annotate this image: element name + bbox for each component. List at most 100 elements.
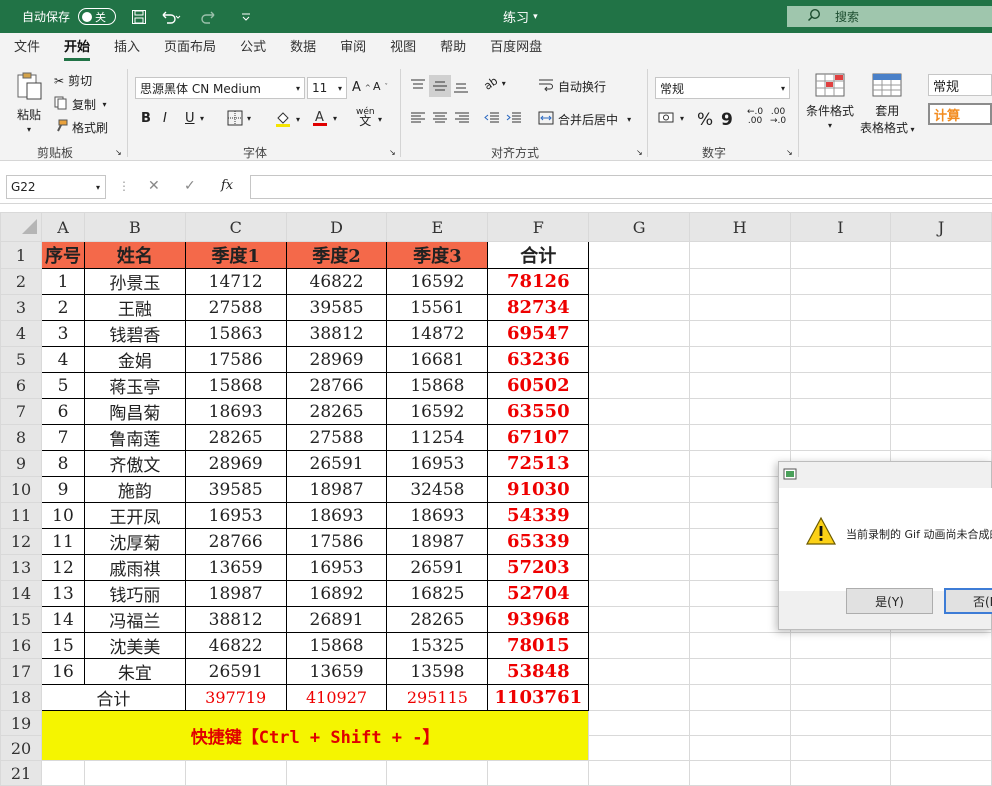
row-total-cell[interactable]: 78126 <box>487 268 590 295</box>
data-cell[interactable]: 28265 <box>386 606 489 633</box>
conditional-formatting-button[interactable]: 条件格式 ▾ <box>806 73 854 130</box>
data-cell[interactable]: 金娟 <box>83 346 186 373</box>
data-cell[interactable]: 16825 <box>386 580 489 607</box>
font-family-dropdown[interactable]: 思源黑体 CN Medium ▾ <box>135 77 305 99</box>
cell[interactable] <box>789 241 892 269</box>
cell[interactable] <box>588 268 690 295</box>
cell[interactable] <box>588 372 690 399</box>
data-cell[interactable]: 3 <box>41 320 85 347</box>
cell[interactable] <box>890 268 992 295</box>
cancel-icon[interactable]: ✕ <box>148 178 160 194</box>
cell[interactable] <box>588 632 690 659</box>
row-header[interactable]: 5 <box>0 346 42 373</box>
cell[interactable] <box>588 241 690 269</box>
data-cell[interactable]: 施韵 <box>83 476 186 503</box>
font-launcher-icon[interactable]: ↘ <box>389 148 396 157</box>
cell[interactable] <box>890 632 992 659</box>
data-cell[interactable]: 16953 <box>285 554 388 581</box>
data-cell[interactable]: 11254 <box>386 424 489 451</box>
data-cell[interactable]: 戚雨祺 <box>83 554 186 581</box>
column-header-f[interactable]: F <box>487 212 590 242</box>
phonetic-guide-icon[interactable]: wén 文 <box>356 108 375 128</box>
data-cell[interactable]: 26591 <box>184 658 287 685</box>
wrap-text-button[interactable]: 自动换行 <box>538 78 606 95</box>
format-as-table-button[interactable]: 套用 表格格式 ▾ <box>860 73 915 136</box>
column-header-i[interactable]: I <box>789 212 892 242</box>
cell[interactable] <box>688 735 791 761</box>
data-cell[interactable]: 5 <box>41 372 85 399</box>
align-left-icon[interactable] <box>410 111 426 125</box>
row-header[interactable]: 12 <box>0 528 42 555</box>
row-header[interactable]: 2 <box>0 268 42 295</box>
data-cell[interactable]: 8 <box>41 450 85 477</box>
data-cell[interactable]: 26891 <box>285 606 388 633</box>
italic-button[interactable]: I <box>163 111 167 126</box>
alignment-launcher-icon[interactable]: ↘ <box>636 148 643 157</box>
cell[interactable] <box>688 528 791 555</box>
search-box[interactable]: 搜索 <box>787 6 992 27</box>
row-total-cell[interactable]: 60502 <box>487 372 590 399</box>
data-cell[interactable]: 39585 <box>285 294 388 321</box>
data-cell[interactable]: 16953 <box>386 450 489 477</box>
data-cell[interactable]: 孙景玉 <box>83 268 186 295</box>
cell[interactable] <box>588 320 690 347</box>
row-header[interactable]: 18 <box>0 684 42 711</box>
orientation-icon[interactable]: ab ▾ <box>482 74 506 93</box>
row-header[interactable]: 1 <box>0 241 42 269</box>
data-cell[interactable]: 沈美美 <box>83 632 186 659</box>
cell[interactable] <box>890 294 992 321</box>
row-total-cell[interactable]: 78015 <box>487 632 590 659</box>
row-header[interactable]: 20 <box>0 735 42 761</box>
data-cell[interactable]: 6 <box>41 398 85 425</box>
total-label-cell[interactable]: 合计 <box>41 684 186 711</box>
data-cell[interactable]: 46822 <box>285 268 388 295</box>
data-cell[interactable]: 钱巧丽 <box>83 580 186 607</box>
comma-style-button[interactable]: 9 <box>721 110 733 130</box>
cell[interactable] <box>789 684 892 711</box>
cell[interactable] <box>688 658 791 685</box>
align-top-icon[interactable] <box>410 79 426 93</box>
clipboard-launcher-icon[interactable]: ↘ <box>115 148 122 157</box>
total-cell[interactable]: 397719 <box>184 684 287 711</box>
document-title[interactable]: 练习 ▾ <box>503 0 538 33</box>
data-cell[interactable]: 15868 <box>285 632 388 659</box>
cell[interactable] <box>789 268 892 295</box>
cell[interactable] <box>588 710 690 736</box>
tab-page-layout[interactable]: 页面布局 <box>152 33 228 63</box>
data-cell[interactable]: 4 <box>41 346 85 373</box>
column-header-a[interactable]: A <box>41 212 85 242</box>
cell[interactable] <box>789 658 892 685</box>
redo-icon[interactable] <box>200 0 222 33</box>
data-cell[interactable]: 17586 <box>285 528 388 555</box>
increase-font-icon[interactable]: A ^ <box>352 80 371 95</box>
number-launcher-icon[interactable]: ↘ <box>786 148 793 157</box>
data-cell[interactable]: 16953 <box>184 502 287 529</box>
header-cell[interactable]: 序号 <box>41 241 85 269</box>
insert-function-button[interactable]: fx <box>221 178 233 193</box>
tab-data[interactable]: 数据 <box>278 33 328 63</box>
row-total-cell[interactable]: 54339 <box>487 502 590 529</box>
cell[interactable] <box>588 735 690 761</box>
cell[interactable] <box>688 241 791 269</box>
cell[interactable] <box>890 760 992 786</box>
yes-button[interactable]: 是(Y) <box>846 588 933 614</box>
cell[interactable] <box>285 760 388 786</box>
data-cell[interactable]: 18693 <box>285 502 388 529</box>
merge-center-button[interactable]: 合并后居中 ▾ <box>538 111 631 128</box>
cell[interactable] <box>588 580 690 607</box>
tab-view[interactable]: 视图 <box>378 33 428 63</box>
row-header[interactable]: 16 <box>0 632 42 659</box>
row-total-cell[interactable]: 57203 <box>487 554 590 581</box>
row-header[interactable]: 19 <box>0 710 42 736</box>
cell[interactable] <box>688 424 791 451</box>
data-cell[interactable]: 15868 <box>184 372 287 399</box>
cell[interactable] <box>789 320 892 347</box>
style-normal-cell[interactable]: 常规 <box>928 74 992 96</box>
cell[interactable] <box>789 346 892 373</box>
tab-insert[interactable]: 插入 <box>102 33 152 63</box>
row-total-cell[interactable]: 82734 <box>487 294 590 321</box>
row-total-cell[interactable]: 52704 <box>487 580 590 607</box>
cell[interactable] <box>487 760 590 786</box>
borders-icon[interactable]: ▾ <box>227 110 251 126</box>
row-total-cell[interactable]: 91030 <box>487 476 590 503</box>
